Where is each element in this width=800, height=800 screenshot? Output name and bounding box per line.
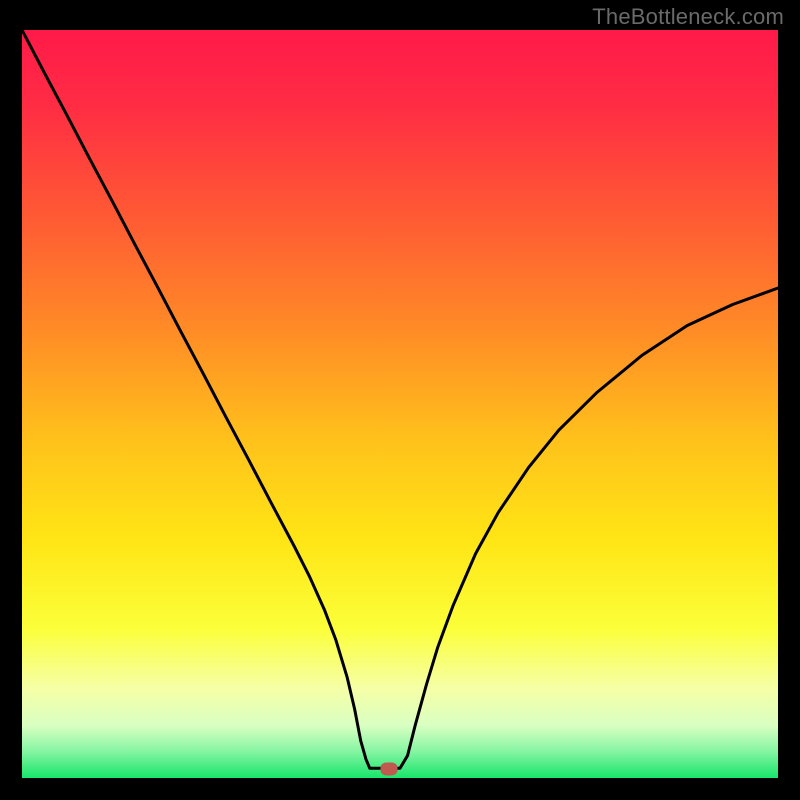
- optimum-marker: [380, 763, 397, 776]
- watermark-text: TheBottleneck.com: [592, 4, 784, 30]
- plot-svg: [22, 30, 778, 778]
- chart-frame: TheBottleneck.com: [0, 0, 800, 800]
- plot-area: [22, 30, 778, 778]
- gradient-background: [22, 30, 778, 778]
